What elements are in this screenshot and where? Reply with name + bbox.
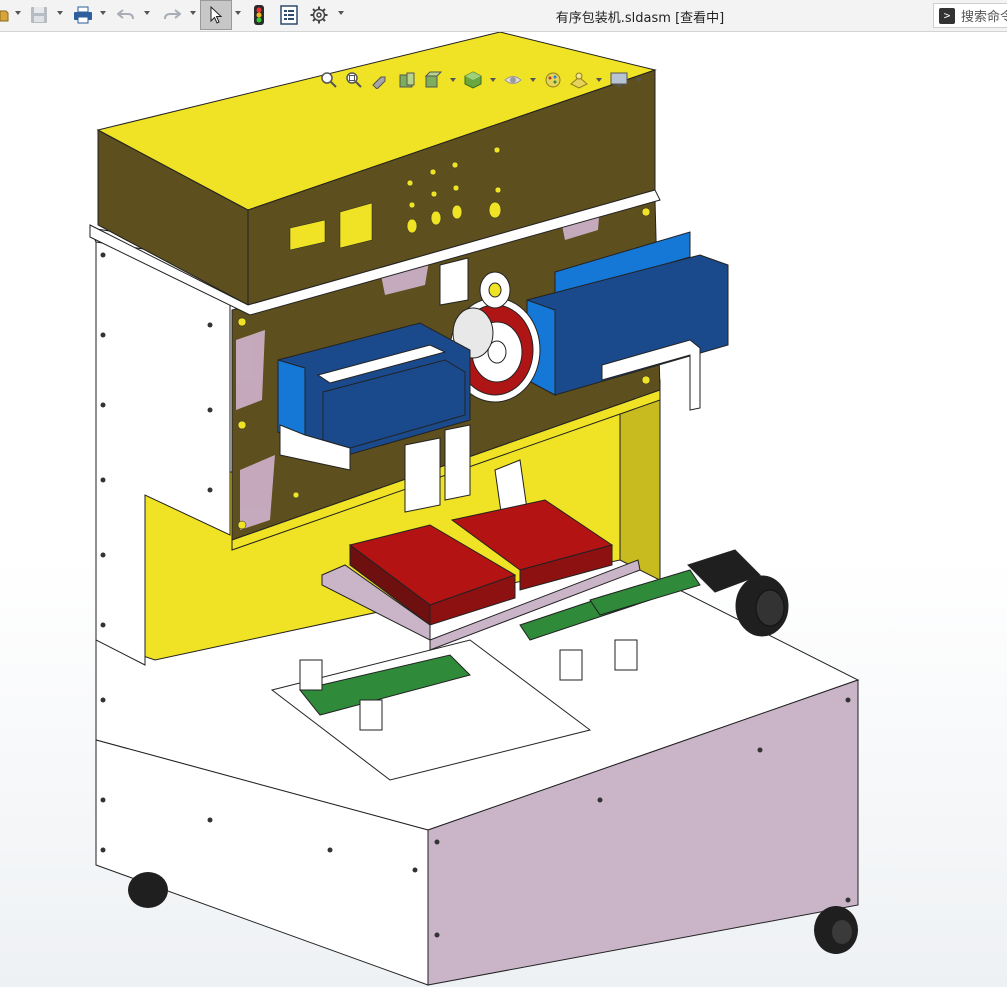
open-dropdown-icon[interactable] <box>15 11 21 15</box>
print-dropdown-icon[interactable] <box>100 11 106 15</box>
select-cursor-icon[interactable] <box>200 0 232 30</box>
section-view-icon[interactable] <box>396 70 418 90</box>
linkage-plate <box>404 437 441 513</box>
search-commands-input[interactable]: > 搜索命令 <box>933 3 1007 28</box>
zoom-to-fit-icon[interactable] <box>318 70 340 90</box>
undo-dropdown-icon[interactable] <box>144 11 150 15</box>
upper-bracket <box>439 257 469 306</box>
view-settings-icon[interactable] <box>608 70 630 90</box>
assembly-model[interactable] <box>0 32 1007 987</box>
select-dropdown-icon[interactable] <box>235 11 241 15</box>
edit-appearance-icon[interactable] <box>542 70 564 90</box>
gear-icon[interactable] <box>308 0 330 30</box>
apply-scene-icon[interactable] <box>568 70 590 90</box>
view-settings-dropdown-icon[interactable] <box>636 78 642 82</box>
redo-icon[interactable] <box>160 0 184 30</box>
view-orientation-dropdown-icon[interactable] <box>450 78 456 82</box>
undo-icon[interactable] <box>114 0 138 30</box>
save-icon[interactable] <box>28 0 50 30</box>
command-prompt-icon: > <box>939 7 955 24</box>
traffic-light-icon[interactable] <box>250 0 268 30</box>
previous-view-icon[interactable] <box>369 70 391 90</box>
hide-show-items-icon[interactable] <box>502 70 524 90</box>
graphics-area[interactable] <box>0 32 1007 987</box>
search-label: 搜索命令 <box>961 10 1007 25</box>
display-style-dropdown-icon[interactable] <box>490 78 496 82</box>
display-style-icon[interactable] <box>462 70 484 90</box>
window-title: 有序包装机.sldasm [查看中] <box>555 11 725 26</box>
apply-scene-dropdown-icon[interactable] <box>596 78 602 82</box>
hide-show-dropdown-icon[interactable] <box>530 78 536 82</box>
command-toolbar: 有序包装机.sldasm [查看中] > 搜索命令 <box>0 0 1007 32</box>
save-dropdown-icon[interactable] <box>57 11 63 15</box>
zoom-to-area-icon[interactable] <box>343 70 365 90</box>
open-icon[interactable] <box>0 0 12 30</box>
options-dropdown-icon[interactable] <box>338 11 344 15</box>
view-orientation-icon[interactable] <box>422 70 444 90</box>
redo-dropdown-icon[interactable] <box>190 11 196 15</box>
print-icon[interactable] <box>71 0 95 30</box>
file-properties-icon[interactable] <box>278 0 300 30</box>
